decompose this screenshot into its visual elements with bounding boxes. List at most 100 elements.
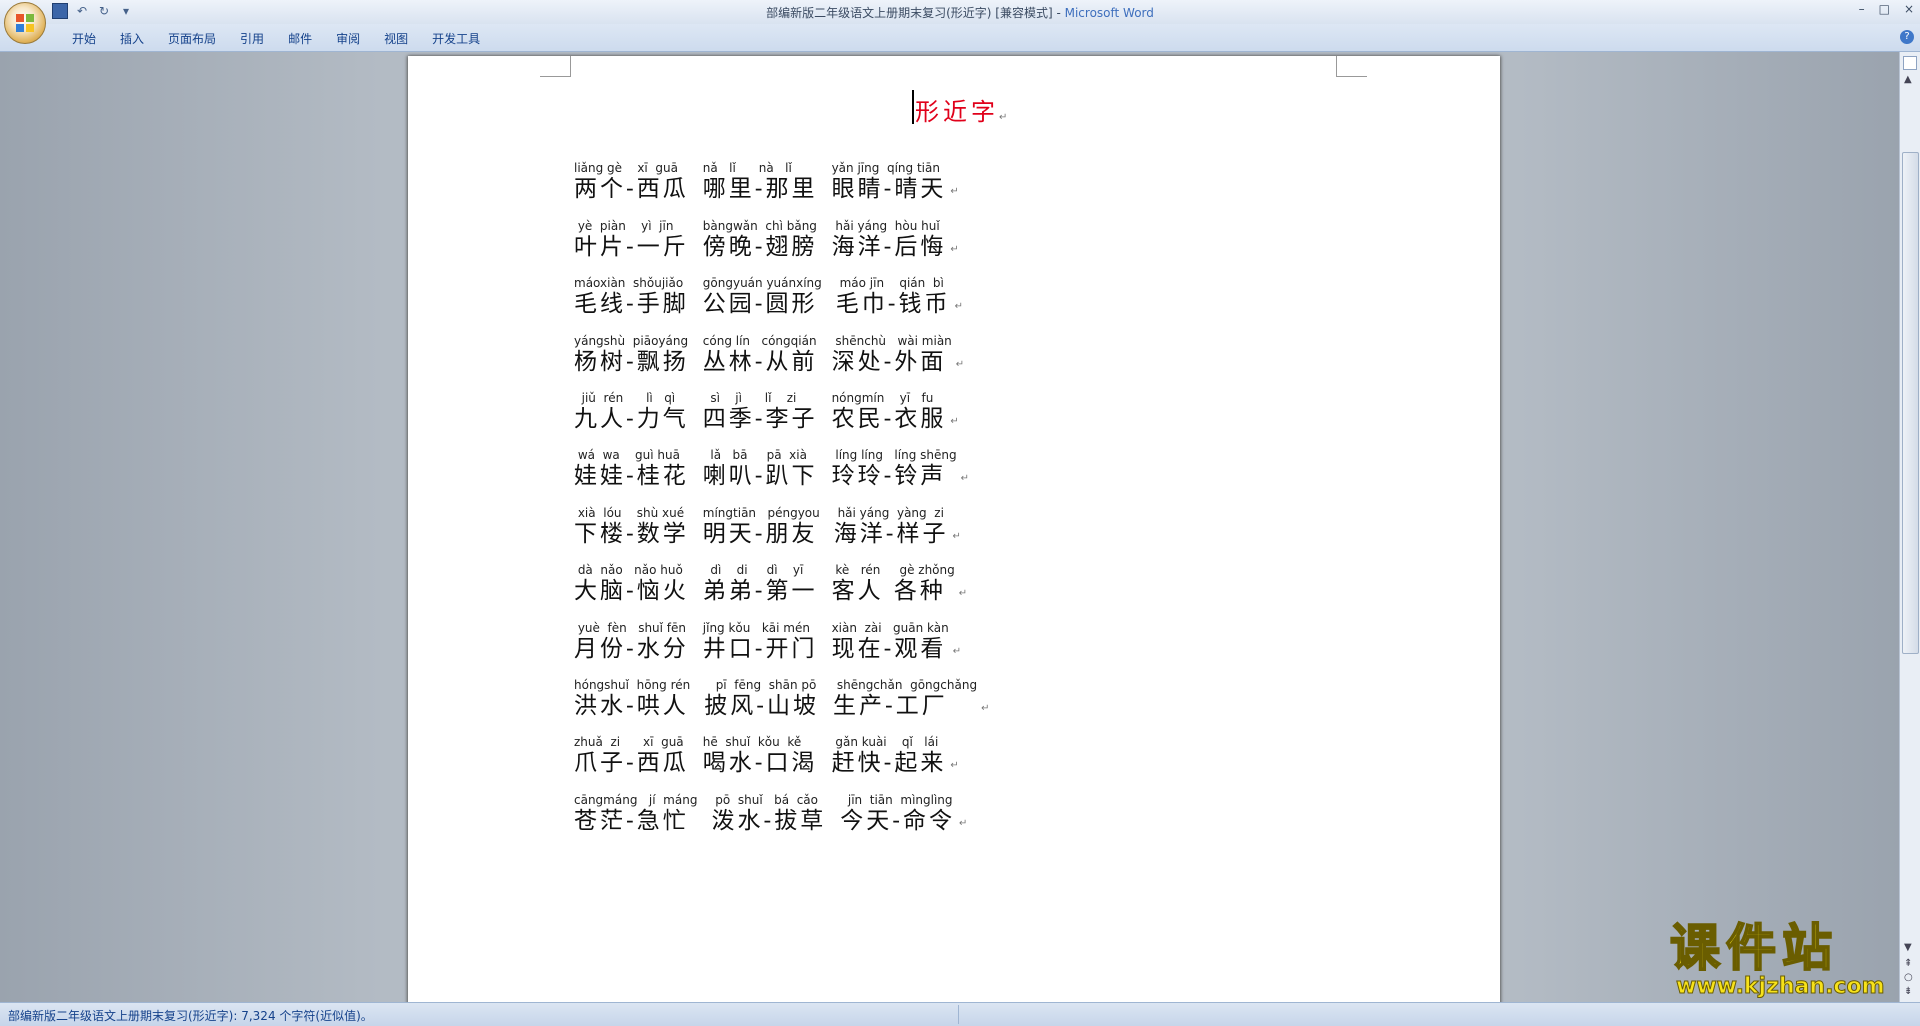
hanzi-text: 海洋-样子 [833,520,949,547]
paragraph-mark: ↵ [981,702,990,714]
hanzi-text: 客人 各种 [831,578,946,605]
word-pair: yuè fèn shuǐ fēn 月份-水分 [574,621,689,663]
tab-mailings[interactable]: 邮件 [276,30,324,47]
hanzi-text: 生产-工厂 [833,692,948,719]
word-pair: cóng lín cóngqián 丛林-从前 [703,334,818,376]
pinyin-text: cāngmáng jí máng [574,792,698,807]
crop-mark-left [540,56,571,77]
hanzi-text: 明天-朋友 [702,520,818,547]
word-pairs-list: liǎng gè xī guā 两个-西瓜 nǎ lǐ nà lǐ 哪里-那里 yǎn … [574,146,1174,835]
tab-insert[interactable]: 插入 [108,30,156,47]
app-name: Microsoft Word [1064,6,1154,20]
hanzi-text: 洪水-哄人 [574,692,689,719]
word-pair-row: dà nǎo nǎo huǒ 大脑-恼火 dì di dì yī 弟弟-第一 kè … [574,548,1174,605]
watermark-brand: 课件站 [1669,919,1838,977]
word-pair: pō shuǐ bá cǎo 泼水-拔草 [711,793,826,835]
pinyin-text: nǎ lǐ nà lǐ [702,161,792,176]
vertical-scrollbar[interactable]: ▲ ▼ ⇞ ○ ⇟ [1899,52,1920,1002]
word-pair: jiǔ rén lì qì 九人-力气 [574,391,689,433]
pinyin-text: liǎng gè xī guā [574,161,678,176]
word-pair: yǎn jīng qíng tiān 眼睛-晴天 [832,161,947,203]
hanzi-text: 泼水-拔草 [711,807,827,834]
tab-references[interactable]: 引用 [228,30,276,47]
tab-view[interactable]: 视图 [372,30,420,47]
word-pair: jīn tiān mìnglìng 今天-命令 [840,793,955,835]
tab-developer[interactable]: 开发工具 [420,30,492,47]
hanzi-text: 毛线-手脚 [574,291,689,318]
title-bar: ↶ ↻ ▾ 部编新版二年级语文上册期末复习(形近字) [兼容模式] - Micr… [0,0,1920,44]
word-pair: xiàn zài guān kàn 现在-观看 [832,621,949,663]
tab-review[interactable]: 审阅 [324,30,372,47]
hanzi-text: 九人-力气 [574,405,689,432]
hanzi-text: 哪里-那里 [702,176,818,203]
document-name: 部编新版二年级语文上册期末复习(形近字) [兼容模式] - [766,6,1065,20]
hanzi-text: 两个-西瓜 [574,176,689,203]
hanzi-text: 杨树-飘扬 [574,348,689,375]
maximize-button[interactable]: □ [1879,2,1890,16]
word-pair-row: wá wa guì huā 娃娃-桂花 lǎ bā pā xià 喇叭-趴下 lín… [574,433,1174,490]
hanzi-text: 大脑-恼火 [574,578,689,605]
pinyin-text: míngtiān péngyou [702,505,820,520]
hanzi-text: 玲玲-铃声 [831,463,947,490]
hanzi-text: 弟弟-第一 [702,578,818,605]
pinyin-text: cóng lín cóngqián [702,333,817,348]
tab-home[interactable]: 开始 [60,30,108,47]
pinyin-text: jīn tiān mìnglìng [840,792,953,807]
hanzi-text: 毛巾-钱币 [835,291,951,318]
hanzi-text: 傍晚-翅膀 [702,233,818,260]
paragraph-mark: ↵ [958,588,968,600]
word-pair-row: hóngshuǐ hōng rén 洪水-哄人 pī fēng shān pō 披风… [574,663,1174,720]
office-button[interactable] [4,2,46,44]
word-pair: gōngyuán yuánxíng 公园-圆形 [703,276,822,318]
scroll-up-icon[interactable]: ▲ [1904,74,1912,85]
hanzi-text: 公园-圆形 [702,291,818,318]
pinyin-text: nóngmín yī fu [831,390,934,405]
word-pair-row: yè piàn yì jīn 叶片-一斤 bàngwǎn chì bǎng 傍晚-翅膀… [574,203,1174,260]
scrollbar-thumb[interactable] [1902,152,1919,654]
watermark-url: www.kjzhan.com [1676,974,1886,999]
pinyin-text: kè rén gè zhǒng [831,563,955,578]
pinyin-text: líng líng líng shēng [831,448,957,463]
minimize-button[interactable]: – [1859,2,1865,16]
browse-object-icon[interactable]: ○ [1904,972,1913,983]
word-pair: gǎn kuài qǐ lái 赶快-起来 [832,735,947,777]
paragraph-mark: ↵ [954,301,963,313]
word-pair: yè piàn yì jīn 叶片-一斤 [574,219,689,261]
word-pair: kè rén gè zhǒng 客人 各种 [832,563,955,605]
pinyin-text: sì jì lǐ zi [702,390,797,405]
pinyin-text: máo jīn qián bì [835,276,944,291]
text-cursor [912,90,914,124]
view-ruler-button[interactable] [1903,56,1917,70]
paragraph-mark: ↵ [950,243,959,255]
word-pair: hóngshuǐ hōng rén 洪水-哄人 [574,678,690,720]
word-pair-row: jiǔ rén lì qì 九人-力气 sì jì lǐ zi 四季-李子 nóngm… [574,376,1174,433]
word-pair-row: zhuǎ zi xī guā 爪子-西瓜 hē shuǐ kǒu kě 喝水-口渴 g… [574,720,1174,777]
word-pair: dì di dì yī 弟弟-第一 [703,563,818,605]
pinyin-text: yángshù piāoyáng [574,333,689,348]
word-pair: dà nǎo nǎo huǒ 大脑-恼火 [574,563,689,605]
tab-page-layout[interactable]: 页面布局 [156,30,228,47]
pinyin-text: bàngwǎn chì bǎng [702,218,817,233]
status-bar: 部编新版二年级语文上册期末复习(形近字): 7,324 个字符(近似值)。 [0,1002,1920,1026]
word-pair: nóngmín yī fu 农民-衣服 [832,391,947,433]
pinyin-text: xiàn zài guān kàn [831,620,949,635]
pinyin-text: zhuǎ zi xī guā [574,735,684,750]
word-pair: máoxiàn shǒujiǎo 毛线-手脚 [574,276,689,318]
word-pair: jǐng kǒu kāi mén 井口-开门 [703,621,818,663]
paragraph-mark: ↵ [955,358,965,370]
word-pair-row: xià lóu shù xué 下楼-数学 míngtiān péngyou 明天-朋… [574,490,1174,547]
hanzi-text: 娃娃-桂花 [574,463,689,490]
document-page[interactable]: 形近字↵ liǎng gè xī guā 两个-西瓜 nǎ lǐ nà lǐ 哪里-那… [408,56,1500,1002]
close-button[interactable]: × [1904,2,1914,16]
pinyin-text: máoxiàn shǒujiǎo [574,276,684,291]
scroll-down-icon[interactable]: ▼ [1904,942,1912,953]
watermark-logo: 课件站 www.kjzhan.com [1669,919,1900,1000]
pinyin-text: hóngshuǐ hōng rén [574,677,691,692]
hanzi-text: 海洋-后悔 [831,233,947,260]
next-page-icon[interactable]: ⇟ [1904,986,1912,997]
hanzi-text: 喇叭-趴下 [702,463,818,490]
window-title: 部编新版二年级语文上册期末复习(形近字) [兼容模式] - Microsoft … [0,4,1920,21]
previous-page-icon[interactable]: ⇞ [1904,958,1912,969]
help-icon[interactable]: ? [1900,30,1914,44]
word-pair: pī fēng shān pō 披风-山坡 [704,678,819,720]
